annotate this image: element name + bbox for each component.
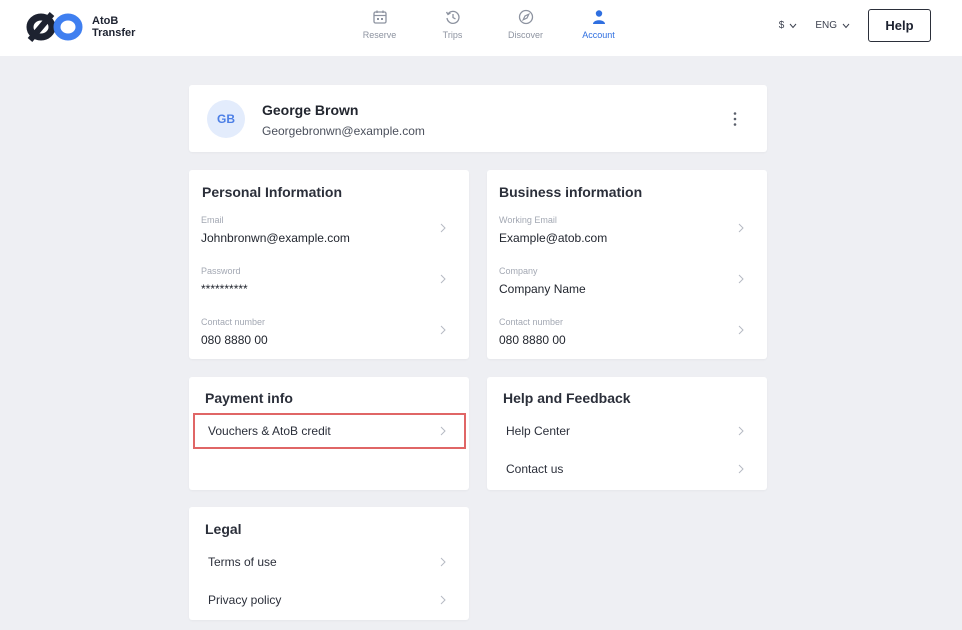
help-feedback-card: Help and Feedback Help Center Contact us xyxy=(487,377,767,490)
field-value: Johnbronwn@example.com xyxy=(201,231,350,245)
field-label: Contact number xyxy=(201,317,266,327)
avatar: GB xyxy=(207,100,245,138)
payment-info-title: Payment info xyxy=(205,390,293,406)
chevron-right-icon xyxy=(738,464,744,474)
field-label: Contact number xyxy=(499,317,564,327)
nav-reserve[interactable]: Reserve xyxy=(343,8,416,40)
chevron-right-icon xyxy=(440,223,446,233)
field-value: 080 8880 00 xyxy=(201,333,268,347)
calendar-icon xyxy=(372,10,387,24)
chevron-right-icon xyxy=(440,595,446,605)
nav-discover[interactable]: Discover xyxy=(489,8,562,40)
business-info-title: Business information xyxy=(499,184,643,200)
chevron-down-icon xyxy=(789,23,797,28)
brand-line-1: AtoB xyxy=(92,15,119,27)
chevron-right-icon xyxy=(440,426,446,436)
language-value: ENG xyxy=(815,20,837,31)
field-label: Email xyxy=(201,215,224,225)
brand-line-2: Transfer xyxy=(92,27,136,39)
nav-discover-label: Discover xyxy=(507,30,543,40)
personal-info-card: Personal Information Email Johnbronwn@ex… xyxy=(189,170,469,359)
nav-account[interactable]: Account xyxy=(562,8,635,40)
nav-trips[interactable]: Trips xyxy=(416,8,489,40)
profile-name: George Brown xyxy=(262,102,359,118)
nav-account-label: Account xyxy=(582,30,615,40)
header-actions: $ ENG Help xyxy=(779,9,931,42)
chevron-right-icon xyxy=(738,223,744,233)
chevron-down-icon xyxy=(842,23,850,28)
legal-title: Legal xyxy=(205,521,242,537)
top-header: AtoB Transfer Reserve Trips Discover Acc… xyxy=(0,0,962,56)
field-label: Company xyxy=(499,266,538,276)
currency-dropdown[interactable]: $ xyxy=(779,20,798,31)
vouchers-credit-row[interactable]: Vouchers & AtoB credit xyxy=(193,413,466,449)
business-info-card: Business information Working Email Examp… xyxy=(487,170,767,359)
chevron-right-icon xyxy=(738,426,744,436)
profile-email: Georgebronwn@example.com xyxy=(262,124,425,138)
chevron-right-icon xyxy=(440,557,446,567)
brand-name: AtoB Transfer xyxy=(92,15,135,39)
terms-of-use-row[interactable]: Terms of use xyxy=(193,544,466,580)
personal-password-field[interactable]: Password ********** xyxy=(201,266,456,310)
nav-reserve-label: Reserve xyxy=(362,30,397,40)
legal-card: Legal Terms of use Privacy policy xyxy=(189,507,469,620)
chevron-right-icon xyxy=(738,325,744,335)
row-label: Terms of use xyxy=(208,555,277,569)
contact-us-row[interactable]: Contact us xyxy=(491,451,764,487)
field-label: Password xyxy=(201,266,241,276)
field-label: Working Email xyxy=(499,215,557,225)
main-nav: Reserve Trips Discover Account xyxy=(343,8,635,40)
business-company-field[interactable]: Company Company Name xyxy=(499,266,754,310)
chevron-right-icon xyxy=(738,274,744,284)
field-value: ********** xyxy=(201,282,248,296)
language-dropdown[interactable]: ENG xyxy=(815,20,850,31)
row-label: Privacy policy xyxy=(208,593,282,607)
personal-info-title: Personal Information xyxy=(202,184,343,200)
personal-email-field[interactable]: Email Johnbronwn@example.com xyxy=(201,215,456,259)
more-options-icon[interactable] xyxy=(732,111,738,127)
help-feedback-title: Help and Feedback xyxy=(503,390,631,406)
help-button[interactable]: Help xyxy=(868,9,931,42)
row-label: Help Center xyxy=(506,424,571,438)
help-center-row[interactable]: Help Center xyxy=(491,413,764,449)
field-value: Example@atob.com xyxy=(499,231,608,245)
business-contact-field[interactable]: Contact number 080 8880 00 xyxy=(499,317,754,361)
brand-logo[interactable]: AtoB Transfer xyxy=(26,10,135,44)
nav-trips-label: Trips xyxy=(442,30,463,40)
profile-card: GB George Brown Georgebronwn@example.com xyxy=(189,85,767,152)
history-icon xyxy=(445,10,460,24)
row-label: Contact us xyxy=(506,462,564,476)
payment-info-card: Payment info Vouchers & AtoB credit xyxy=(189,377,469,490)
chevron-right-icon xyxy=(440,325,446,335)
field-value: Company Name xyxy=(499,282,586,296)
atob-logo-icon xyxy=(26,12,83,42)
privacy-policy-row[interactable]: Privacy policy xyxy=(193,582,466,618)
field-value: 080 8880 00 xyxy=(499,333,566,347)
business-email-field[interactable]: Working Email Example@atob.com xyxy=(499,215,754,259)
personal-contact-field[interactable]: Contact number 080 8880 00 xyxy=(201,317,456,361)
chevron-right-icon xyxy=(440,274,446,284)
compass-icon xyxy=(518,9,533,25)
user-icon xyxy=(592,10,605,24)
currency-value: $ xyxy=(778,20,785,31)
row-label: Vouchers & AtoB credit xyxy=(208,424,331,438)
